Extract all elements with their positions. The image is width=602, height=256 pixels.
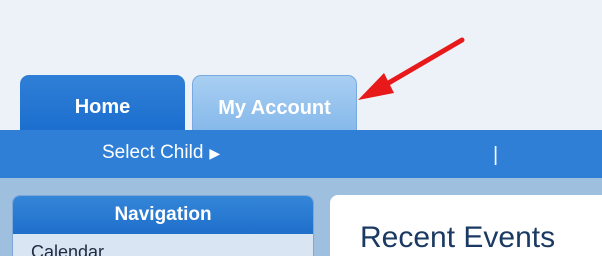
red-arrow-icon xyxy=(358,37,465,100)
navigation-panel-title: Navigation xyxy=(13,196,313,234)
subnav-separator: | xyxy=(493,144,499,166)
navigation-item-calendar[interactable]: Calendar xyxy=(31,242,111,256)
navigation-panel: Navigation Calendar xyxy=(12,195,314,256)
select-child-label: Select Child xyxy=(102,142,204,163)
tab-home-label: Home xyxy=(74,96,131,118)
select-child-menu[interactable]: Select Child ▶ xyxy=(102,142,220,164)
recent-events-panel: Recent Events xyxy=(330,195,602,256)
chevron-right-icon: ▶ xyxy=(209,144,221,161)
tab-home[interactable]: Home xyxy=(20,75,185,130)
navigation-title-label: Navigation xyxy=(114,204,212,225)
tab-my-account-label: My Account xyxy=(218,96,331,119)
recent-events-title: Recent Events xyxy=(360,221,556,254)
sub-navigation-bar: Select Child ▶ | xyxy=(0,130,602,178)
tab-my-account[interactable]: My Account xyxy=(192,75,357,130)
